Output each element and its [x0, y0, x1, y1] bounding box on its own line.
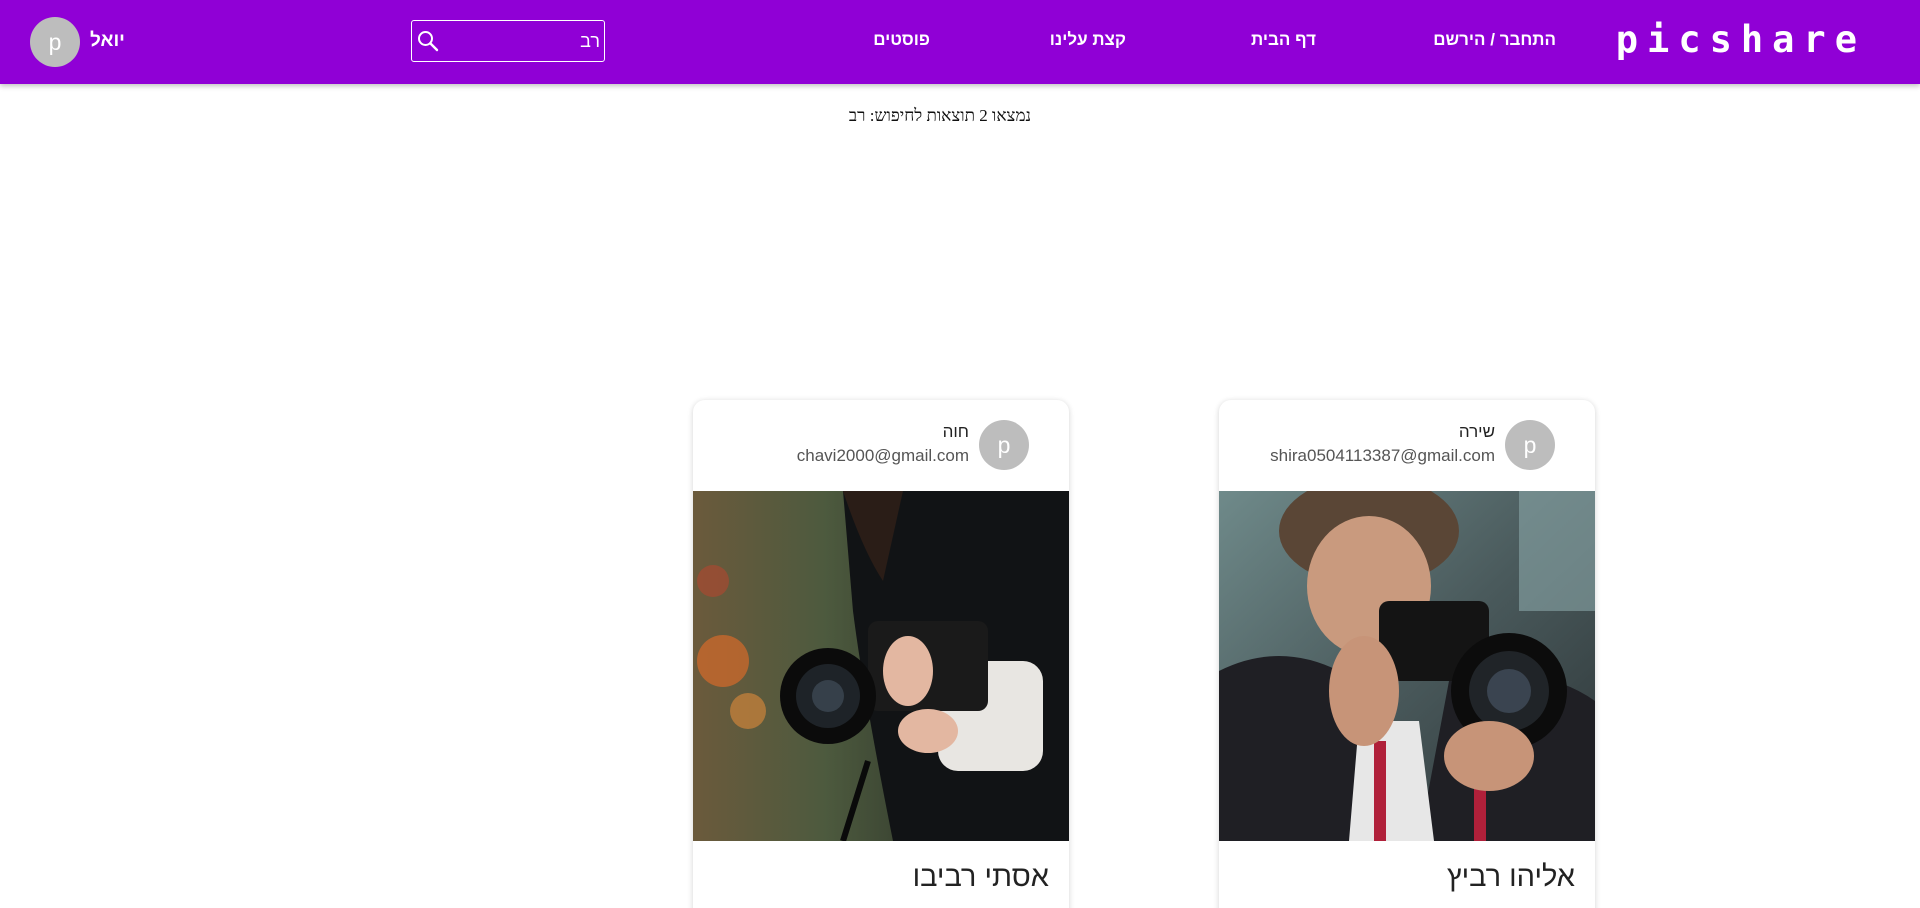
- post-image[interactable]: [693, 491, 1069, 841]
- author-name: שירה: [1458, 422, 1495, 441]
- author-name: חוה: [942, 422, 969, 441]
- user-name[interactable]: יואל: [90, 30, 125, 52]
- search-box: [411, 20, 605, 62]
- site-logo[interactable]: picshare: [1616, 18, 1866, 61]
- post-image[interactable]: [1219, 491, 1595, 841]
- nav-about[interactable]: קצת עלינו: [1050, 30, 1126, 50]
- avatar-letter: p: [1523, 431, 1537, 458]
- author-avatar: p: [979, 420, 1029, 470]
- post-title[interactable]: אליהו רביץ: [1447, 861, 1575, 894]
- avatar-letter: p: [48, 28, 62, 55]
- nav-posts[interactable]: פוסטים: [873, 30, 930, 50]
- avatar-letter: p: [997, 431, 1011, 458]
- nav-login-register[interactable]: התחבר / הירשם: [1433, 30, 1556, 50]
- card-header: p שירה shira0504113387@gmail.com: [1219, 400, 1595, 490]
- results-text: נמצאו 2 תוצאות לחיפוש: רב: [848, 106, 1032, 125]
- card-header: p חוה chavi2000@gmail.com: [693, 400, 1069, 490]
- post-title[interactable]: אסתי רביבו: [913, 861, 1049, 894]
- top-navbar: picshare התחבר / הירשם דף הבית קצת עלינו…: [0, 0, 1920, 84]
- author-avatar: p: [1505, 420, 1555, 470]
- search-input[interactable]: [442, 21, 602, 61]
- user-avatar[interactable]: p: [30, 17, 80, 67]
- search-results-summary: נמצאו 2 תוצאות לחיפוש: רב: [0, 106, 1920, 126]
- search-icon[interactable]: [416, 29, 440, 53]
- author-email: chavi2000@gmail.com: [796, 446, 969, 465]
- author-email: shira0504113387@gmail.com: [1270, 446, 1495, 465]
- nav-home[interactable]: דף הבית: [1251, 30, 1316, 50]
- post-card[interactable]: p שירה shira0504113387@gmail.com אליהו ר…: [1219, 400, 1595, 908]
- post-card[interactable]: p חוה chavi2000@gmail.com אסתי רביבו: [693, 400, 1069, 908]
